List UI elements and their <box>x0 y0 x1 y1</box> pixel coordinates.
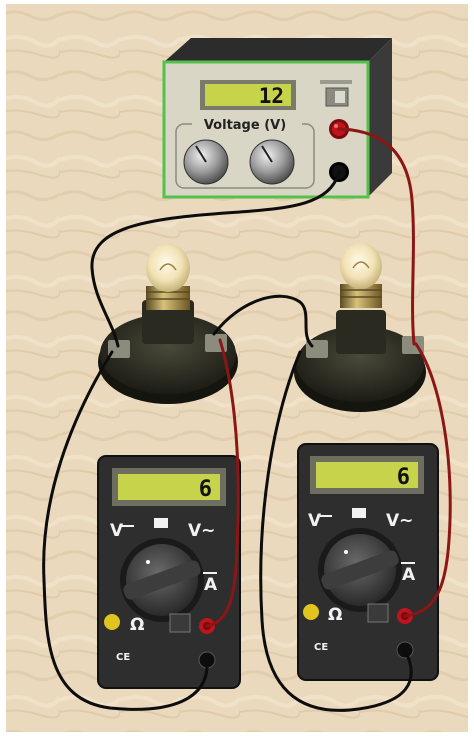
bulb-left-glass <box>146 244 190 292</box>
multimeter-left-acv-label: V~ <box>188 521 215 541</box>
multimeter-left-amps-label: A <box>204 575 218 595</box>
multimeter-left-off-marker <box>154 518 168 528</box>
power-switch-toggle[interactable] <box>335 91 345 103</box>
multimeter-right-ce-label: CE <box>314 642 328 653</box>
multimeter-right-dcv-label: V <box>308 511 322 531</box>
multimeter-left-hold-button[interactable] <box>104 614 120 630</box>
multimeter-left-ce-label: CE <box>116 652 130 663</box>
multimeter-right-ohm-label: Ω <box>328 605 342 625</box>
circuit-workbench: 12 Voltage (V) 6 V V~ A Ω CE 6 V V~ A Ω … <box>0 0 474 736</box>
power-supply: 12 Voltage (V) <box>162 38 392 199</box>
multimeter-right: 6 V V~ A Ω CE <box>297 443 439 681</box>
multimeter-right-amps-label: A <box>402 565 416 585</box>
power-switch-label <box>320 80 352 84</box>
voltage-label: Voltage (V) <box>204 118 286 133</box>
bulb-right-glass <box>340 243 382 289</box>
multimeter-right-display: 6 <box>397 465 410 490</box>
multimeter-left-display: 6 <box>199 477 212 502</box>
multimeter-left-dcv-label: V <box>110 521 124 541</box>
power-supply-display: 12 <box>259 84 284 108</box>
multimeter-left-ohm-label: Ω <box>130 615 144 635</box>
multimeter-right-hold-button[interactable] <box>303 604 319 620</box>
multimeter-right-acv-label: V~ <box>386 511 413 531</box>
multimeter-left: 6 V V~ A Ω CE <box>97 455 241 689</box>
multimeter-right-off-marker <box>352 508 366 518</box>
